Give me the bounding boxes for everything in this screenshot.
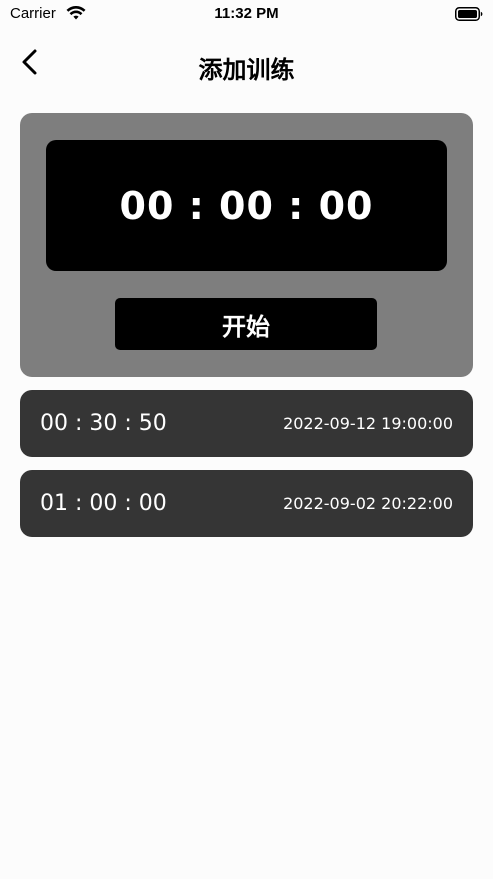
status-time: 11:32 PM [214,5,279,22]
battery-icon [455,6,483,21]
page-title: 添加训练 [198,56,295,84]
record-date: 2022-09-02 20:22:00 [283,494,453,513]
start-button[interactable]: 开始 [115,298,377,350]
nav-bar: 添加训练 [0,40,493,88]
status-bar: Carrier 11:32 PM [0,0,493,28]
timer-display: 00 : 00 : 00 [46,140,447,271]
timer-value: 00 : 00 : 00 [119,183,374,228]
list-item[interactable]: 00 : 30 : 50 2022-09-12 19:00:00 [20,390,473,457]
timer-card: 00 : 00 : 00 开始 [20,113,473,377]
record-date: 2022-09-12 19:00:00 [283,414,453,433]
record-duration: 00 : 30 : 50 [40,411,167,436]
record-duration: 01 : 00 : 00 [40,491,167,516]
list-item[interactable]: 01 : 00 : 00 2022-09-02 20:22:00 [20,470,473,537]
